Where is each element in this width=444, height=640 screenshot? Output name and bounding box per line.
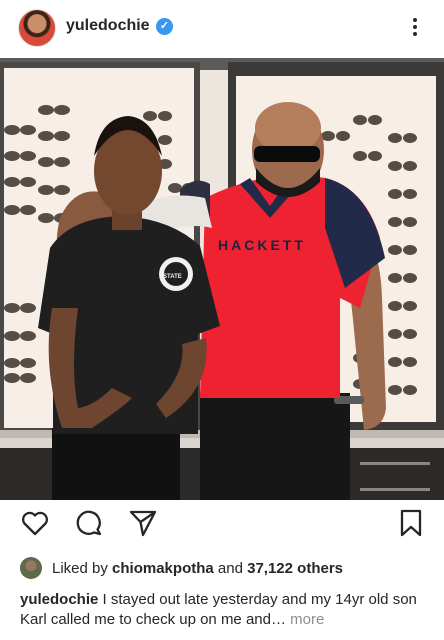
likes-summary[interactable]: Liked by chiomakpotha and 37,122 others — [0, 557, 444, 583]
send-icon[interactable] — [128, 508, 158, 538]
liker-avatar — [20, 557, 42, 579]
post-username[interactable]: yuledochie — [66, 17, 150, 35]
likes-prefix: Liked by — [52, 560, 108, 577]
post-photo[interactable]: HACKETT STATE — [0, 58, 444, 500]
post-header: yuledochie ✓ — [0, 0, 444, 58]
likes-text: Liked by chiomakpotha and 37,122 others — [52, 560, 343, 577]
post-caption: yuledochie I stayed out late yesterday a… — [20, 590, 430, 630]
caption-more-link[interactable]: more — [290, 611, 324, 628]
liker-username[interactable]: chiomakpotha — [112, 560, 214, 577]
shirt-print-text: HACKETT — [218, 237, 306, 253]
verified-badge-icon: ✓ — [156, 18, 173, 35]
bookmark-icon[interactable] — [396, 508, 426, 538]
shirt-emblem-text: STATE — [163, 274, 182, 280]
comment-icon[interactable] — [74, 508, 104, 538]
likes-count[interactable]: 37,122 others — [247, 560, 343, 577]
heart-icon[interactable] — [20, 508, 50, 538]
photo-illustration: HACKETT STATE — [0, 58, 444, 500]
post-actions — [0, 508, 444, 544]
profile-avatar[interactable] — [18, 9, 56, 47]
likes-joiner: and — [217, 560, 243, 577]
caption-username[interactable]: yuledochie — [20, 591, 98, 608]
more-vertical-icon[interactable] — [407, 15, 423, 41]
